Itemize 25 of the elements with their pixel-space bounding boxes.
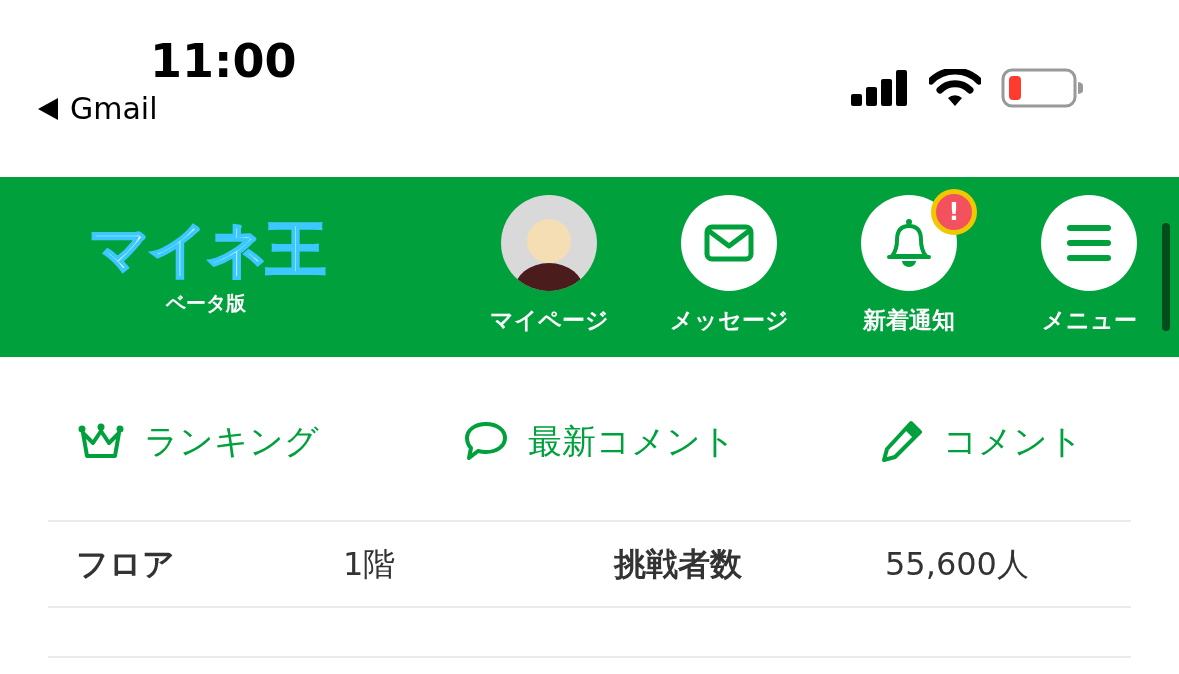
menu-icon [1067, 224, 1111, 262]
signal-icon [851, 70, 909, 106]
site-logo[interactable]: マイネ王 [88, 216, 324, 282]
status-time: 11:00 [150, 38, 297, 84]
nav-button[interactable]: メッセージ [639, 177, 819, 357]
beta-label: ベータ版 [166, 290, 246, 317]
nav-button[interactable]: マイページ [459, 177, 639, 357]
wifi-icon [929, 69, 981, 107]
back-link[interactable]: Gmail [70, 94, 158, 124]
row-label: 挑戦者数 [614, 544, 743, 585]
action-link[interactable]: 最新コメント [528, 417, 736, 465]
row-label: フロア [75, 544, 176, 585]
row-value: 1階 [343, 544, 397, 585]
envelope-icon [704, 224, 754, 262]
battery-icon [1001, 68, 1083, 108]
bell-icon [887, 218, 931, 268]
row-value: 55,600人 [885, 544, 1029, 585]
nav-button[interactable]: ! 新着通知 [819, 177, 999, 357]
action-link[interactable]: ランキング [144, 417, 319, 465]
back-arrow-icon[interactable] [38, 98, 58, 120]
alert-badge: ! [931, 189, 977, 235]
speech-bubble-icon [464, 421, 508, 461]
crown-icon [78, 423, 124, 459]
action-link[interactable]: コメント [943, 417, 1083, 465]
pencil-icon [881, 420, 923, 462]
